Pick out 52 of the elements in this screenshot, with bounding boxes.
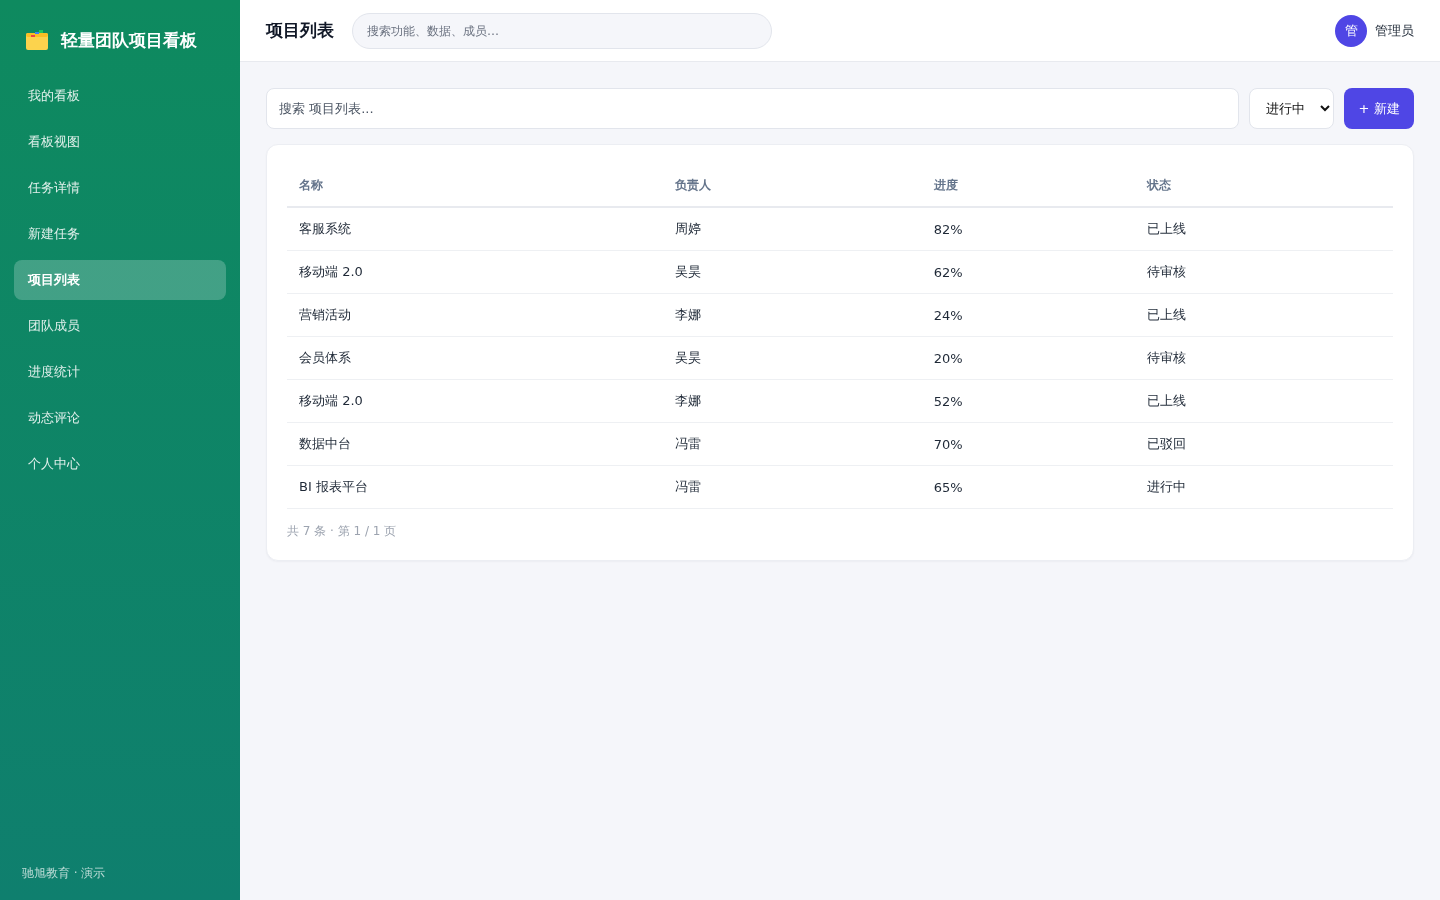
table-cell: 70% <box>921 422 1136 466</box>
pagination-info: 共 7 条 · 第 1 / 1 页 <box>287 523 398 540</box>
table-cell: 82% <box>921 207 1136 251</box>
nav-item[interactable]: 团队成员 <box>14 306 226 346</box>
table-cell: 移动端 2.0 <box>287 379 664 423</box>
avatar[interactable]: 管 <box>1335 14 1367 47</box>
status-select[interactable]: 进行中 <box>1249 88 1334 129</box>
nav-item[interactable]: 我的看板 <box>14 76 226 116</box>
table-cell: BI 报表平台 <box>287 465 664 509</box>
table-cell: 周婷 <box>663 207 922 251</box>
column-header: 进度 <box>921 165 1136 207</box>
table-cell: 移动端 2.0 <box>287 250 664 294</box>
table-cell: 数据中台 <box>287 422 664 466</box>
table-cell: 待审核 <box>1135 250 1393 294</box>
column-header: 状态 <box>1135 165 1393 207</box>
search-field[interactable]: 搜索 项目列表... <box>266 88 1239 129</box>
table-cell: 吴昊 <box>663 336 922 380</box>
table-cell: 李娜 <box>663 379 922 423</box>
table-cell: 营销活动 <box>287 293 664 337</box>
table-cell: 吴昊 <box>663 250 922 294</box>
page-title: 项目列表 <box>266 19 334 42</box>
table-cell: 62% <box>921 250 1136 294</box>
nav-item[interactable]: 动态评论 <box>14 398 226 438</box>
table-cell: 已上线 <box>1135 293 1393 337</box>
nav-item[interactable]: 项目列表 <box>14 260 226 300</box>
nav-item[interactable]: 看板视图 <box>14 122 226 162</box>
nav-item[interactable]: 任务详情 <box>14 168 226 208</box>
table-cell: 客服系统 <box>287 207 664 251</box>
table-cell: 52% <box>921 379 1136 423</box>
table-cell: 已上线 <box>1135 207 1393 251</box>
table-cell: 65% <box>921 465 1136 509</box>
table-cell: 会员体系 <box>287 336 664 380</box>
sidebar-footer: 驰旭教育 · 演示 <box>14 865 226 882</box>
nav-item[interactable]: 新建任务 <box>14 214 226 254</box>
nav-item[interactable]: 个人中心 <box>14 444 226 484</box>
app-title: 轻量团队项目看板 <box>61 28 197 52</box>
table-cell: 已驳回 <box>1135 422 1393 466</box>
folder-icon <box>26 30 48 50</box>
table-cell: 冯雷 <box>663 422 922 466</box>
search-field[interactable]: 搜索功能、数据、成员… <box>352 12 772 49</box>
table-cell: 李娜 <box>663 293 922 337</box>
nav-item[interactable]: 进度统计 <box>14 352 226 392</box>
table-cell: 已上线 <box>1135 379 1393 423</box>
table-cell: 20% <box>921 336 1136 380</box>
table-cell: 待审核 <box>1135 336 1393 380</box>
table-cell: 冯雷 <box>663 465 922 509</box>
table-cell: 24% <box>921 293 1136 337</box>
user-name: 管理员 <box>1375 21 1414 40</box>
column-header: 名称 <box>287 165 664 207</box>
new-button[interactable]: + 新建 <box>1344 88 1414 129</box>
column-header: 负责人 <box>663 165 922 207</box>
table-cell: 进行中 <box>1135 465 1393 509</box>
